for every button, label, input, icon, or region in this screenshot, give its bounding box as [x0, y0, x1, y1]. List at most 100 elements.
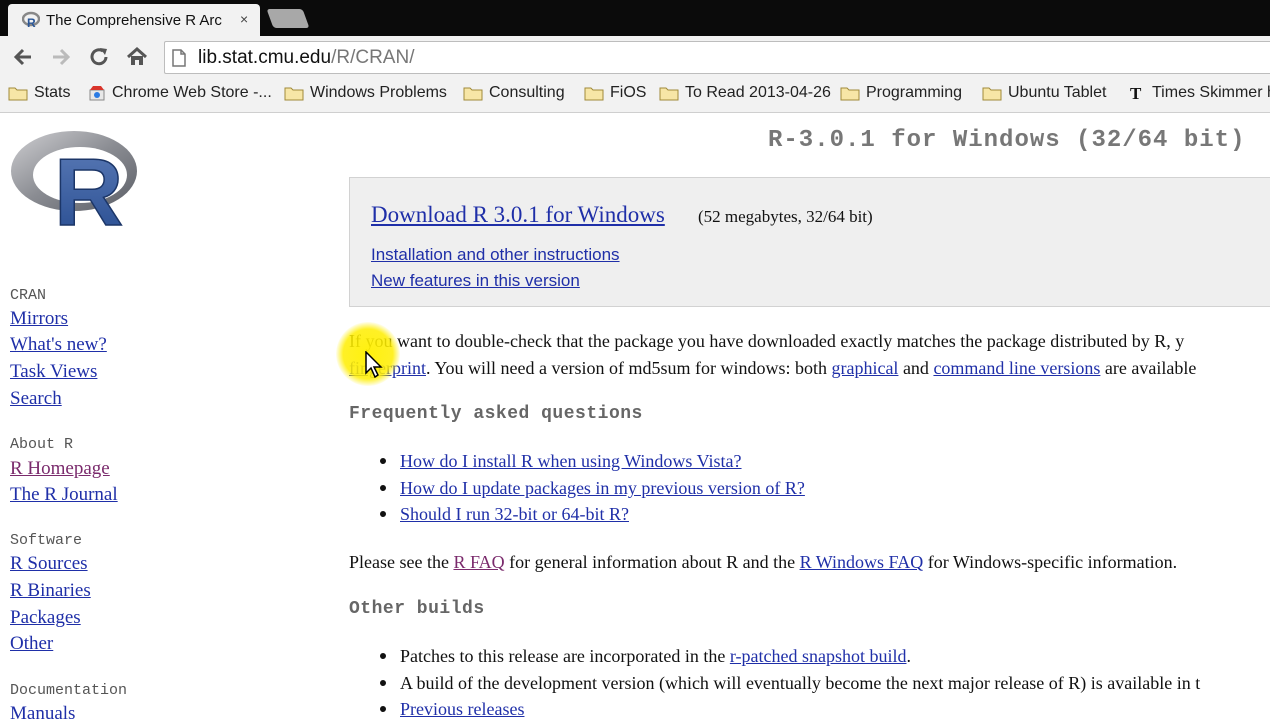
bullet — [380, 705, 386, 712]
bookmark-label: Times Skimmer h — [1152, 84, 1270, 101]
faq-text-mid: for general information about R and the — [504, 552, 800, 572]
command-line-versions-link[interactable]: command line versions — [933, 358, 1100, 378]
md5-text-and: and — [898, 358, 934, 378]
r-patched-link[interactable]: r-patched snapshot build — [730, 646, 907, 666]
bookmark-label: Consulting — [489, 84, 565, 101]
address-bar[interactable]: lib.stat.cmu.edu/R/CRAN/ — [164, 41, 1270, 74]
tab-close-icon[interactable]: × — [240, 11, 248, 27]
graphical-link[interactable]: graphical — [831, 358, 898, 378]
r-favicon-icon: R — [22, 11, 40, 29]
folder-icon — [659, 87, 679, 101]
patches-end: . — [906, 646, 911, 666]
bookmark-label: FiOS — [610, 84, 647, 101]
tab-strip: R The Comprehensive R Arc × — [0, 0, 1270, 36]
bookmark-label: Windows Problems — [310, 84, 447, 101]
bookmark-label: Ubuntu Tablet — [1008, 84, 1107, 101]
md5-paragraph-line1: If you want to double-check that the pac… — [349, 331, 1185, 351]
bookmark-programming[interactable]: Programming — [840, 84, 962, 106]
url-text: lib.stat.cmu.edu/R/CRAN/ — [198, 47, 414, 69]
faq-paragraph: Please see the R FAQ for general informa… — [349, 552, 1177, 573]
md5-text: . You will need a version of md5sum for … — [425, 358, 832, 378]
bullet — [380, 679, 386, 686]
sidebar-link-manuals[interactable]: Manuals — [10, 703, 75, 720]
bookmark-label: Programming — [866, 84, 963, 101]
sidebar-heading-documentation: Documentation — [10, 682, 128, 699]
sidebar-link-r-sources[interactable]: R Sources — [10, 553, 88, 575]
bullet — [380, 484, 386, 491]
bullet — [380, 510, 386, 517]
bookmark-label: To Read 2013-04-26 — [685, 84, 831, 101]
url-path: /R/CRAN/ — [331, 47, 415, 68]
bullet — [380, 652, 386, 659]
list-item: How do I install R when using Windows Vi… — [380, 451, 742, 472]
download-r-link[interactable]: Download R 3.0.1 for Windows — [371, 202, 665, 228]
bookmark-label: Chrome Web Store -... — [112, 84, 272, 101]
r-logo-icon[interactable]: R — [8, 125, 144, 229]
patches-text: Patches to this release are incorporated… — [400, 646, 730, 666]
r-windows-faq-link[interactable]: R Windows FAQ — [800, 552, 924, 572]
folder-icon — [8, 87, 28, 101]
list-item: Previous releases — [380, 699, 524, 720]
bookmark-to-read[interactable]: To Read 2013-04-26 — [659, 84, 831, 106]
browser-toolbar: lib.stat.cmu.edu/R/CRAN/ — [0, 36, 1270, 78]
installation-instructions-link[interactable]: Installation and other instructions — [371, 245, 620, 265]
r-faq-link[interactable]: R FAQ — [453, 552, 504, 572]
mouse-cursor-icon — [365, 351, 383, 379]
bookmark-ubuntu-tablet[interactable]: Ubuntu Tablet — [982, 84, 1106, 106]
list-item: Should I run 32-bit or 64-bit R? — [380, 504, 629, 525]
svg-text:R: R — [54, 139, 123, 229]
tab-title: The Comprehensive R Arc — [46, 12, 222, 29]
sidebar-link-packages[interactable]: Packages — [10, 607, 81, 629]
list-item: How do I update packages in my previous … — [380, 478, 805, 499]
browser-tab[interactable]: R The Comprehensive R Arc × — [8, 4, 260, 36]
bookmark-fios[interactable]: FiOS — [584, 84, 646, 106]
forward-icon[interactable] — [48, 44, 74, 70]
back-icon[interactable] — [10, 44, 36, 70]
sidebar-heading-software: Software — [10, 532, 83, 549]
download-size: (52 megabytes, 32/64 bit) — [698, 207, 873, 226]
sidebar-link-task-views[interactable]: Task Views — [10, 361, 97, 383]
bookmark-chrome-web-store[interactable]: Chrome Web Store -... — [88, 84, 272, 106]
bookmark-stats[interactable]: Stats — [8, 84, 70, 106]
home-icon[interactable] — [124, 44, 150, 70]
faq-link-update-packages[interactable]: How do I update packages in my previous … — [400, 478, 805, 498]
folder-icon — [840, 87, 860, 101]
faq-heading: Frequently asked questions — [349, 404, 643, 424]
reload-icon[interactable] — [86, 44, 112, 70]
other-builds-heading: Other builds — [349, 599, 485, 619]
sidebar-link-whats-new[interactable]: What's new? — [10, 334, 107, 356]
sidebar-link-other[interactable]: Other — [10, 633, 53, 655]
faq-text: Please see the — [349, 552, 454, 572]
svg-text:T: T — [1130, 84, 1142, 102]
bookmark-consulting[interactable]: Consulting — [463, 84, 565, 106]
sidebar-link-mirrors[interactable]: Mirrors — [10, 308, 68, 330]
bookmark-label: Stats — [34, 84, 71, 101]
page-title: R-3.0.1 for Windows (32/64 bit) — [768, 127, 1246, 154]
md5-paragraph-line2: fingerprint. You will need a version of … — [349, 358, 1196, 379]
download-box: Download R 3.0.1 for Windows (52 megabyt… — [349, 177, 1270, 307]
folder-icon — [463, 87, 483, 101]
folder-icon — [284, 87, 304, 101]
bookmark-times-skimmer[interactable]: T Times Skimmer h — [1128, 84, 1270, 106]
new-tab-button[interactable] — [266, 9, 310, 28]
bookmark-windows-problems[interactable]: Windows Problems — [284, 84, 447, 106]
bookmarks-bar: Stats Chrome Web Store -... Windows Prob… — [0, 78, 1270, 113]
sidebar-link-search[interactable]: Search — [10, 388, 62, 410]
faq-link-32-64-bit[interactable]: Should I run 32-bit or 64-bit R? — [400, 504, 629, 524]
page-icon — [172, 49, 186, 67]
nyt-icon: T — [1130, 84, 1142, 102]
previous-releases-link[interactable]: Previous releases — [400, 699, 524, 719]
devel-text: A build of the development version (whic… — [400, 673, 1201, 693]
sidebar-heading-cran: CRAN — [10, 287, 47, 304]
sidebar-link-r-journal[interactable]: The R Journal — [10, 484, 118, 506]
bullet — [380, 457, 386, 464]
new-features-link[interactable]: New features in this version — [371, 271, 580, 291]
sidebar-link-r-binaries[interactable]: R Binaries — [10, 580, 91, 602]
sidebar-link-r-homepage[interactable]: R Homepage — [10, 458, 110, 480]
url-host: lib.stat.cmu.edu — [198, 47, 332, 68]
faq-link-vista[interactable]: How do I install R when using Windows Vi… — [400, 451, 742, 471]
folder-icon — [982, 87, 1002, 101]
svg-text:R: R — [27, 16, 36, 29]
md5-text-end: are available — [1100, 358, 1197, 378]
folder-icon — [584, 87, 604, 101]
